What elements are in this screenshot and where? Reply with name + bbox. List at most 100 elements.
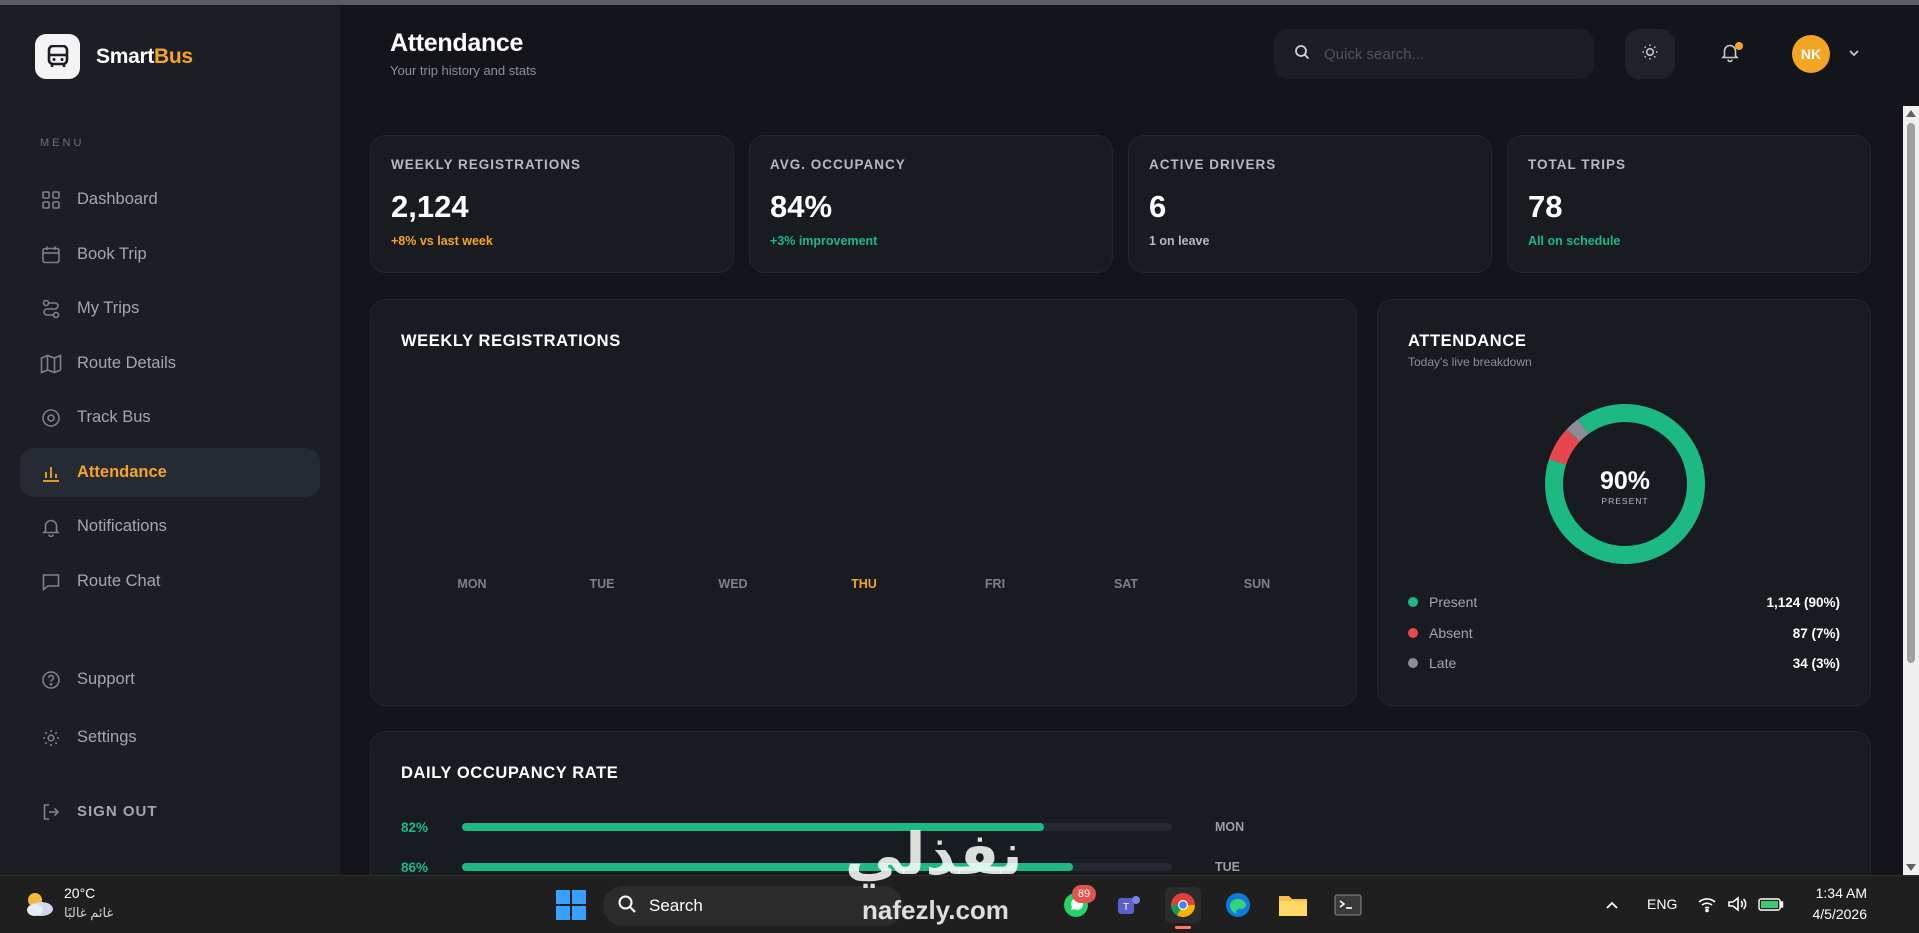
sidebar-item-dashboard[interactable]: Dashboard [20, 175, 320, 224]
chrome-icon[interactable] [1165, 887, 1201, 929]
notifications-button[interactable] [1705, 29, 1755, 79]
sidebar-item-label: My Trips [77, 299, 140, 317]
occupancy-track [462, 823, 1172, 831]
sidebar-item-track-bus[interactable]: Track Bus [20, 393, 320, 442]
day-label-thu: THU [851, 577, 877, 591]
brand-name-part1: Smart [96, 44, 155, 68]
panel-title: ATTENDANCE [1408, 332, 1527, 350]
edge-icon[interactable] [1220, 887, 1256, 923]
whatsapp-badge: 89 [1072, 885, 1096, 903]
occupancy-percent: 82% [401, 819, 429, 835]
occupancy-row-tue: 86% TUE [401, 857, 1240, 877]
volume-icon[interactable] [1727, 895, 1749, 918]
day-label-sat: SAT [1113, 577, 1139, 591]
page-subtitle: Your trip history and stats [390, 63, 537, 78]
logout-icon [40, 801, 62, 823]
file-explorer-icon[interactable] [1275, 887, 1311, 923]
taskbar-date[interactable]: 4/5/2026 [1795, 906, 1868, 922]
terminal-icon[interactable] [1330, 887, 1366, 923]
sidebar-item-route-details[interactable]: Route Details [20, 339, 320, 388]
legend-value: 87 (7%) [1792, 625, 1840, 641]
day-label-fri: FRI [984, 577, 1006, 591]
theme-toggle-button[interactable] [1625, 29, 1675, 79]
search-icon [1294, 44, 1310, 65]
scroll-down-arrow-icon[interactable] [1906, 864, 1916, 871]
avatar[interactable]: NK [1792, 35, 1830, 73]
sidebar-item-label: Settings [77, 728, 137, 746]
calendar-icon [40, 244, 62, 266]
stat-label: TOTAL TRIPS [1528, 157, 1627, 172]
brand-name-part2: Bus [154, 44, 193, 68]
scroll-thumb[interactable] [1907, 123, 1915, 663]
stat-value: 6 [1149, 189, 1167, 224]
legend-row-present: Present 1,124 (90%) [1408, 592, 1840, 612]
attendance-panel: ATTENDANCE Today's live breakdown 90% PR… [1377, 299, 1871, 706]
stat-value: 2,124 [391, 189, 469, 224]
taskbar-search[interactable]: Search [603, 886, 903, 926]
occupancy-day: TUE [1215, 860, 1240, 874]
legend-name: Present [1429, 594, 1478, 610]
stat-value: 84% [770, 189, 833, 224]
stat-label: AVG. OCCUPANCY [770, 157, 906, 172]
weekly-registrations-panel: WEEKLY REGISTRATIONS MON TUE WED THU FRI… [370, 299, 1357, 706]
battery-icon[interactable] [1758, 896, 1784, 917]
legend-dot [1408, 597, 1418, 607]
stat-card-avg-occupancy: AVG. OCCUPANCY 84% +3% improvement [749, 135, 1113, 273]
panel-title: DAILY OCCUPANCY RATE [401, 764, 619, 782]
legend-value: 34 (3%) [1792, 655, 1840, 671]
help-circle-icon [40, 669, 62, 691]
day-label-tue: TUE [589, 577, 615, 591]
watermark-logo: نفذلي [845, 820, 1023, 888]
notification-dot [1735, 42, 1743, 50]
search-box[interactable] [1274, 29, 1594, 79]
stat-card-total-trips: TOTAL TRIPS 78 All on schedule [1507, 135, 1871, 273]
weather-cloud-icon[interactable] [22, 889, 56, 924]
daily-occupancy-panel: DAILY OCCUPANCY RATE 82% MON 86% TUE [370, 731, 1871, 891]
sidebar-item-book-trip[interactable]: Book Trip [20, 230, 320, 279]
language-indicator[interactable]: ENG [1647, 896, 1677, 912]
sidebar-item-route-chat[interactable]: Route Chat [20, 557, 320, 606]
page-title: Attendance [390, 29, 524, 57]
page-scrollbar[interactable] [1903, 106, 1919, 875]
legend-row-late: Late 34 (3%) [1408, 653, 1840, 673]
stat-label: ACTIVE DRIVERS [1149, 157, 1277, 172]
panel-subtitle: Today's live breakdown [1408, 355, 1532, 369]
legend-name: Absent [1429, 625, 1473, 641]
sidebar-item-label: Notifications [77, 517, 167, 535]
wifi-icon[interactable] [1697, 895, 1717, 918]
brand[interactable]: SmartBus [35, 34, 193, 79]
legend-row-absent: Absent 87 (7%) [1408, 623, 1840, 643]
menu-label: MENU [40, 137, 85, 149]
brand-name: SmartBus [96, 45, 193, 69]
sidebar-item-label: Attendance [77, 463, 167, 481]
sidebar-item-label: Track Bus [77, 408, 151, 426]
taskbar-time[interactable]: 1:34 AM [1807, 885, 1867, 901]
weather-temp[interactable]: 20°C [64, 885, 95, 901]
search-input[interactable] [1324, 45, 1564, 63]
donut-center-value: 90% [1600, 467, 1650, 495]
windows-start-icon[interactable] [556, 890, 586, 925]
stat-card-active-drivers: ACTIVE DRIVERS 6 1 on leave [1128, 135, 1492, 273]
stat-label: WEEKLY REGISTRATIONS [391, 157, 582, 172]
sun-icon [1641, 43, 1659, 66]
occupancy-percent: 86% [401, 859, 429, 875]
sidebar-item-support[interactable]: Support [20, 655, 320, 704]
watermark-url: nafezly.com [862, 895, 1009, 925]
sidebar-item-label: Support [77, 670, 135, 688]
chevron-up-icon[interactable] [1605, 897, 1619, 915]
stat-sub: +8% vs last week [391, 234, 493, 248]
sidebar-item-settings[interactable]: Settings [20, 713, 320, 762]
sidebar-item-label: Book Trip [77, 245, 147, 263]
teams-icon[interactable]: T [1111, 887, 1147, 923]
chevron-down-icon[interactable] [1848, 44, 1860, 62]
legend-value: 1,124 (90%) [1766, 594, 1840, 610]
occupancy-row-mon: 82% MON [401, 817, 1244, 837]
legend-dot [1408, 628, 1418, 638]
day-label-wed: WED [718, 577, 748, 591]
sidebar-item-my-trips[interactable]: My Trips [20, 284, 320, 333]
sidebar-item-label: Route Chat [77, 572, 161, 590]
sidebar-item-attendance[interactable]: Attendance [20, 448, 320, 497]
scroll-up-arrow-icon[interactable] [1906, 110, 1916, 117]
sidebar-item-notifications[interactable]: Notifications [20, 502, 320, 551]
sign-out-button[interactable]: SIGN OUT [20, 787, 320, 836]
